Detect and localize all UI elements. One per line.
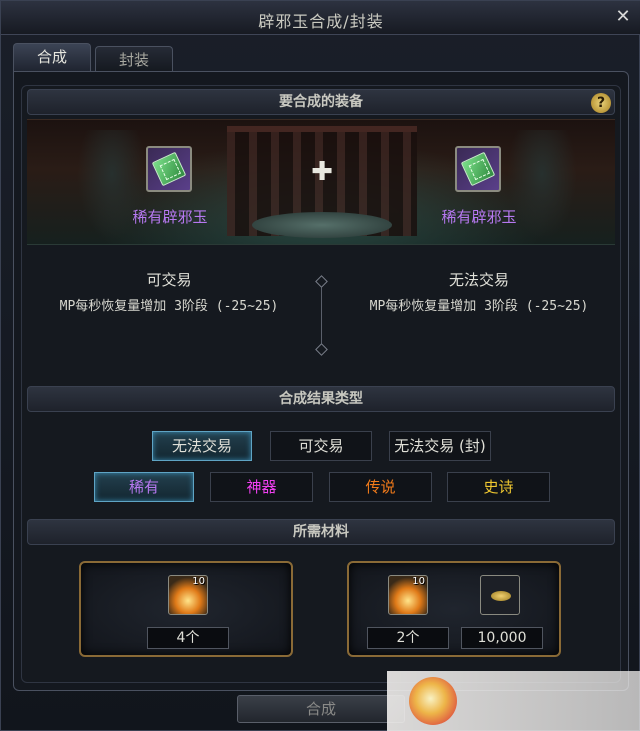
fire-essence-icon: 10 bbox=[168, 575, 208, 615]
material-quantity: 4个 bbox=[147, 627, 229, 649]
altar-background bbox=[252, 212, 392, 238]
synthesis-window: 辟邪玉合成/封装 ✕ 合成 封装 要合成的装备 ? 稀有辟邪玉 ✚ 稀有辟邪玉 … bbox=[0, 0, 640, 731]
craft-button[interactable]: 合成 bbox=[237, 695, 405, 723]
plus-icon: ✚ bbox=[311, 157, 333, 187]
help-icon[interactable]: ? bbox=[591, 93, 611, 113]
site-watermark bbox=[387, 671, 640, 731]
title-bar[interactable]: 辟邪玉合成/封装 ✕ bbox=[1, 1, 640, 35]
rarity-epic[interactable]: 史诗 bbox=[447, 472, 550, 502]
option-untradable-sealed[interactable]: 无法交易 (封) bbox=[389, 431, 491, 461]
materials-section-header: 所需材料 bbox=[27, 519, 615, 545]
left-item-details: 可交易 MP每秒恢复量增加 3阶段 (-25~25) bbox=[29, 269, 309, 314]
tab-synthesis[interactable]: 合成 bbox=[13, 43, 91, 71]
right-item-slot[interactable] bbox=[455, 146, 501, 192]
option-tradable[interactable]: 可交易 bbox=[270, 431, 372, 461]
right-item-details: 无法交易 MP每秒恢复量增加 3阶段 (-25~25) bbox=[339, 269, 619, 314]
material-option-a[interactable]: 10 4个 bbox=[79, 561, 293, 657]
left-trade-status: 可交易 bbox=[146, 271, 192, 289]
material-quantity: 2个 bbox=[367, 627, 449, 649]
gold-coin-icon bbox=[480, 575, 520, 615]
material-stack-badge: 10 bbox=[192, 576, 205, 587]
right-item-stat: MP每秒恢复量增加 3阶段 (-25~25) bbox=[369, 299, 589, 314]
close-icon[interactable]: ✕ bbox=[613, 7, 633, 27]
jade-amulet-icon bbox=[151, 151, 187, 187]
tab-package[interactable]: 封装 bbox=[95, 46, 173, 71]
window-title: 辟邪玉合成/封装 bbox=[258, 12, 384, 31]
rarity-artifact[interactable]: 神器 bbox=[210, 472, 313, 502]
left-item-slot[interactable] bbox=[146, 146, 192, 192]
right-item-name: 稀有辟邪玉 bbox=[441, 208, 517, 226]
material-stack-badge: 10 bbox=[412, 576, 425, 587]
details-divider bbox=[321, 281, 322, 347]
rarity-rare[interactable]: 稀有 bbox=[94, 472, 194, 502]
left-item-stat: MP每秒恢复量增加 3阶段 (-25~25) bbox=[59, 299, 279, 314]
jade-amulet-icon bbox=[460, 151, 496, 187]
fire-essence-icon: 10 bbox=[388, 575, 428, 615]
equipment-section-header: 要合成的装备 bbox=[27, 89, 615, 115]
result-type-section-header: 合成结果类型 bbox=[27, 386, 615, 412]
left-item-name: 稀有辟邪玉 bbox=[132, 208, 208, 226]
gold-cost: 10,000 bbox=[461, 627, 543, 649]
material-option-b[interactable]: 10 2个 10,000 bbox=[347, 561, 561, 657]
right-trade-status: 无法交易 bbox=[448, 271, 509, 289]
option-untradable[interactable]: 无法交易 bbox=[152, 431, 252, 461]
rarity-legendary[interactable]: 传说 bbox=[329, 472, 432, 502]
watermark-logo-icon bbox=[409, 677, 457, 725]
